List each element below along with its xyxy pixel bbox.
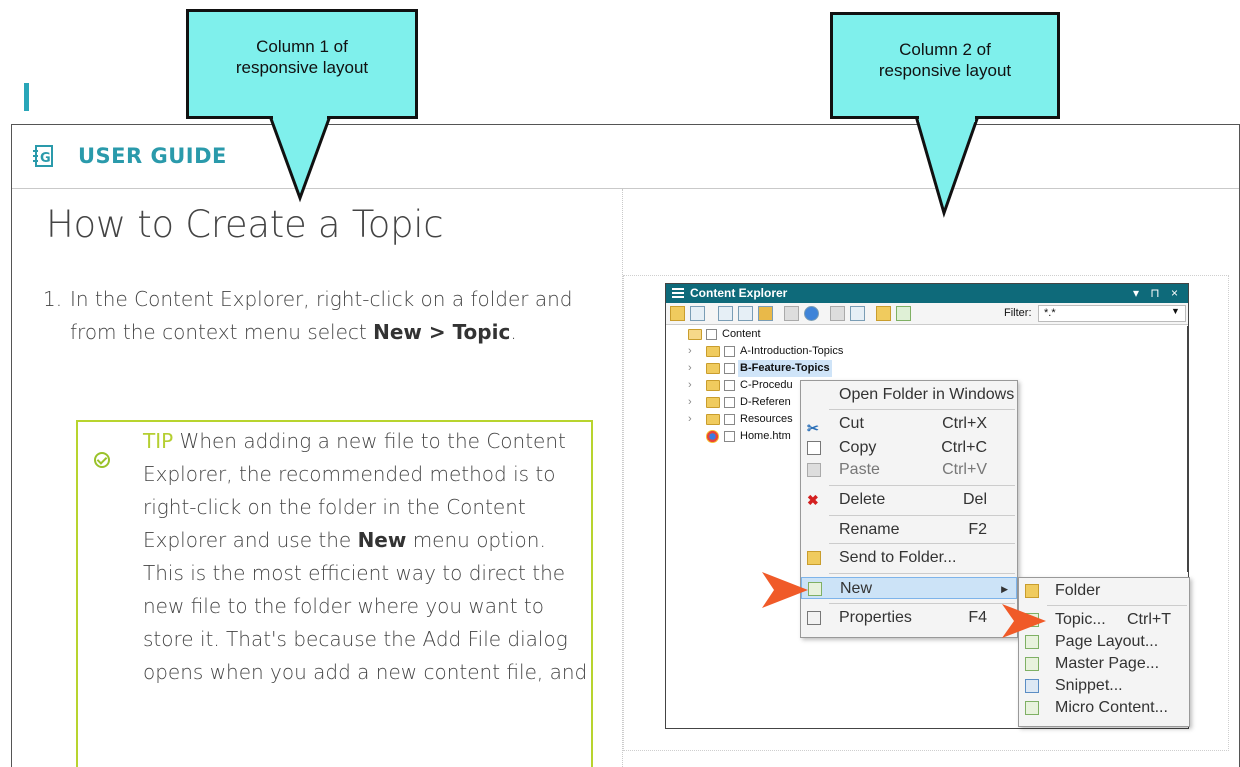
callout-text: Column 1 of responsive layout [235, 37, 369, 77]
callout-column-2: Column 2 of responsive layout [830, 12, 1060, 119]
callout-seam [273, 113, 327, 119]
callout-column-1: Column 1 of responsive layout [186, 9, 418, 119]
callout-seam [919, 116, 975, 122]
callout-text: Column 2 of responsive layout [878, 40, 1012, 80]
